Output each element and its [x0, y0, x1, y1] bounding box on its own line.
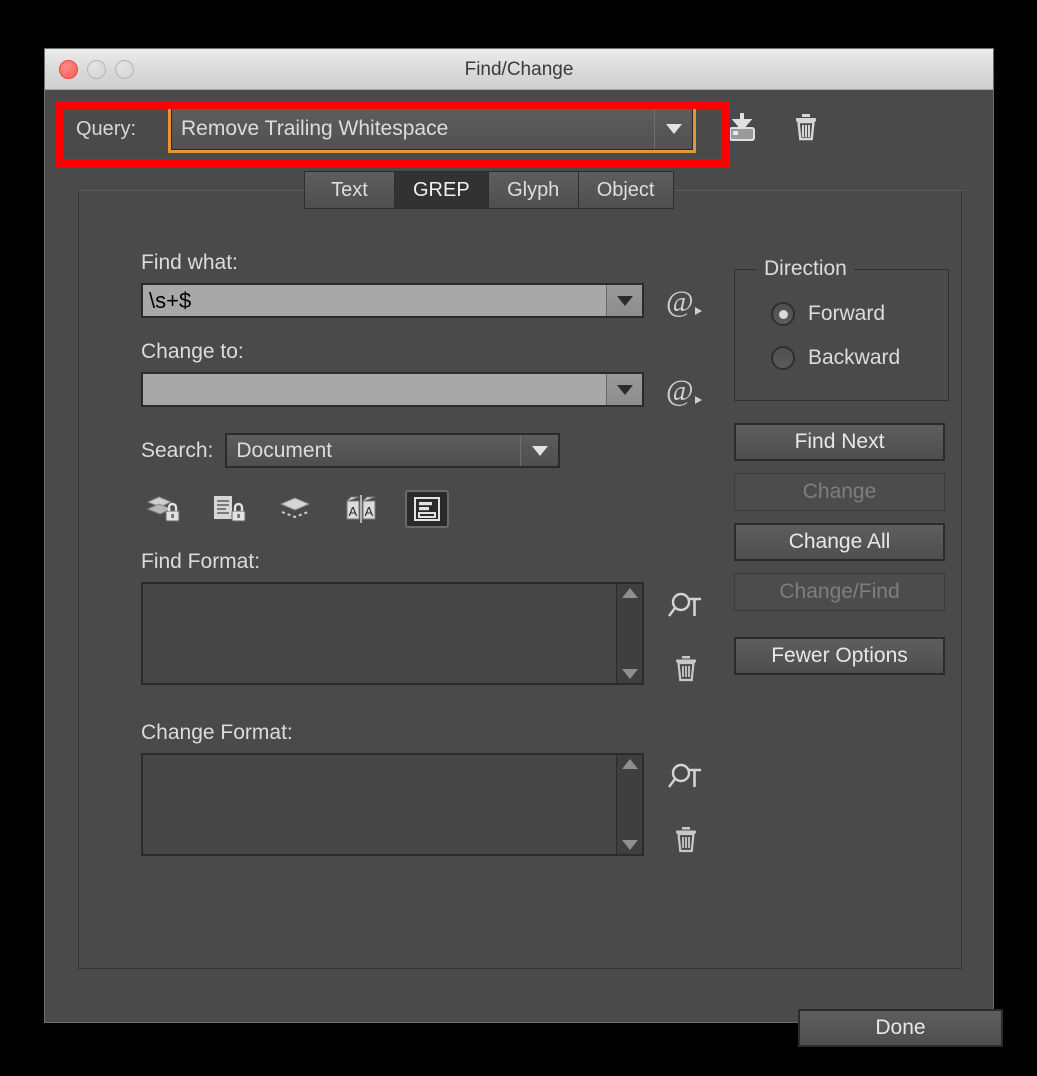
grep-panel: Find what: \s+$ @ Change to: @ Search: D… [78, 190, 964, 969]
change-to-dropdown-arrow[interactable] [606, 374, 642, 405]
search-row: Search: Document [141, 433, 661, 468]
radio-selected-dot [778, 309, 788, 319]
find-format-label: Find Format: [141, 550, 261, 573]
tab-grep[interactable]: GREP [394, 171, 488, 209]
find-format-block: Find Format: [141, 550, 701, 685]
scroll-up-icon[interactable] [621, 759, 638, 769]
clear-attributes-icon[interactable] [671, 824, 701, 861]
radio-backward[interactable]: Backward [771, 336, 948, 380]
query-label: Query: [76, 117, 137, 140]
query-value: Remove Trailing Whitespace [181, 117, 449, 140]
radio-forward[interactable]: Forward [771, 292, 948, 336]
search-label: Search: [141, 438, 214, 462]
change-special-characters-icon[interactable]: @ [664, 374, 704, 408]
fewer-options-button[interactable]: Fewer Options [734, 637, 945, 675]
change-format-box[interactable] [141, 753, 644, 856]
chevron-down-icon [665, 124, 682, 134]
direction-legend: Direction [757, 257, 854, 281]
change-format-block: Change Format: [141, 721, 701, 856]
find-what-value: \s+$ [149, 287, 192, 313]
svg-text:@: @ [666, 285, 694, 318]
search-scope-toggles: A A [141, 490, 661, 528]
radio-forward-label: Forward [808, 302, 886, 325]
window-controls [59, 49, 134, 90]
radio-forward-control[interactable] [771, 302, 795, 326]
scroll-down-icon[interactable] [621, 669, 638, 679]
include-locked-stories-icon[interactable] [207, 490, 251, 528]
change-format-label: Change Format: [141, 721, 293, 744]
chevron-down-icon [616, 384, 633, 395]
find-special-characters-icon[interactable]: @ [664, 285, 704, 319]
minimize-button[interactable] [87, 60, 106, 79]
find-format-box[interactable] [141, 582, 644, 685]
window-title: Find/Change [464, 59, 574, 80]
change-button: Change [734, 473, 945, 511]
clear-attributes-icon[interactable] [671, 653, 701, 690]
left-column: Find what: \s+$ @ Change to: @ Search: D… [141, 251, 702, 856]
direction-group: Direction Forward Backward [734, 257, 949, 401]
specify-attributes-icon[interactable] [667, 760, 705, 799]
find-format-value [143, 584, 616, 683]
include-master-pages-icon[interactable]: A A [339, 490, 383, 528]
close-button[interactable] [59, 60, 78, 79]
change-format-value [143, 755, 616, 854]
chevron-down-icon [616, 295, 633, 306]
include-hidden-layers-icon[interactable] [273, 490, 317, 528]
include-footnotes-icon[interactable] [405, 490, 449, 528]
svg-text:A: A [349, 504, 358, 519]
change-format-actions [663, 758, 709, 861]
find-change-window: Find/Change Query: Remove Trailing White… [44, 48, 1003, 1047]
change-format-scrollbar[interactable] [616, 755, 642, 854]
svg-text:A: A [365, 504, 374, 519]
right-column: Direction Forward Backward Find Next Cha… [734, 251, 949, 675]
query-dropdown-arrow[interactable] [654, 109, 692, 149]
find-what-label: Find what: [141, 251, 238, 274]
tab-bar: Text GREP Glyph Object [304, 171, 674, 209]
find-what-input[interactable]: \s+$ [141, 283, 644, 318]
tab-glyph[interactable]: Glyph [487, 171, 578, 209]
tab-text[interactable]: Text [304, 171, 394, 209]
change-to-input[interactable] [141, 372, 644, 407]
search-dropdown-arrow[interactable] [520, 435, 558, 466]
search-scope-value: Document [236, 438, 333, 462]
title-bar: Find/Change [45, 49, 993, 90]
specify-attributes-icon[interactable] [667, 589, 705, 628]
save-query-icon[interactable] [725, 110, 759, 149]
find-next-button[interactable]: Find Next [734, 423, 945, 461]
chevron-down-icon [531, 445, 548, 456]
zoom-button[interactable] [115, 60, 134, 79]
query-row: Query: Remove Trailing Whitespace [45, 90, 993, 168]
delete-query-icon[interactable] [789, 110, 823, 149]
include-locked-layers-icon[interactable] [141, 490, 185, 528]
radio-backward-label: Backward [808, 346, 901, 369]
radio-backward-control[interactable] [771, 346, 795, 370]
change-all-button[interactable]: Change All [734, 523, 945, 561]
query-dropdown[interactable]: Remove Trailing Whitespace [168, 105, 696, 153]
scroll-down-icon[interactable] [621, 840, 638, 850]
change-find-button: Change/Find [734, 573, 945, 611]
change-to-label: Change to: [141, 340, 244, 363]
done-button[interactable]: Done [798, 1009, 1003, 1047]
find-what-dropdown-arrow[interactable] [606, 285, 642, 316]
tab-object[interactable]: Object [577, 171, 674, 209]
find-format-scrollbar[interactable] [616, 584, 642, 683]
svg-text:@: @ [666, 374, 694, 407]
find-format-actions [663, 587, 709, 690]
search-scope-dropdown[interactable]: Document [225, 433, 561, 468]
query-actions [725, 110, 823, 149]
scroll-up-icon[interactable] [621, 588, 638, 598]
